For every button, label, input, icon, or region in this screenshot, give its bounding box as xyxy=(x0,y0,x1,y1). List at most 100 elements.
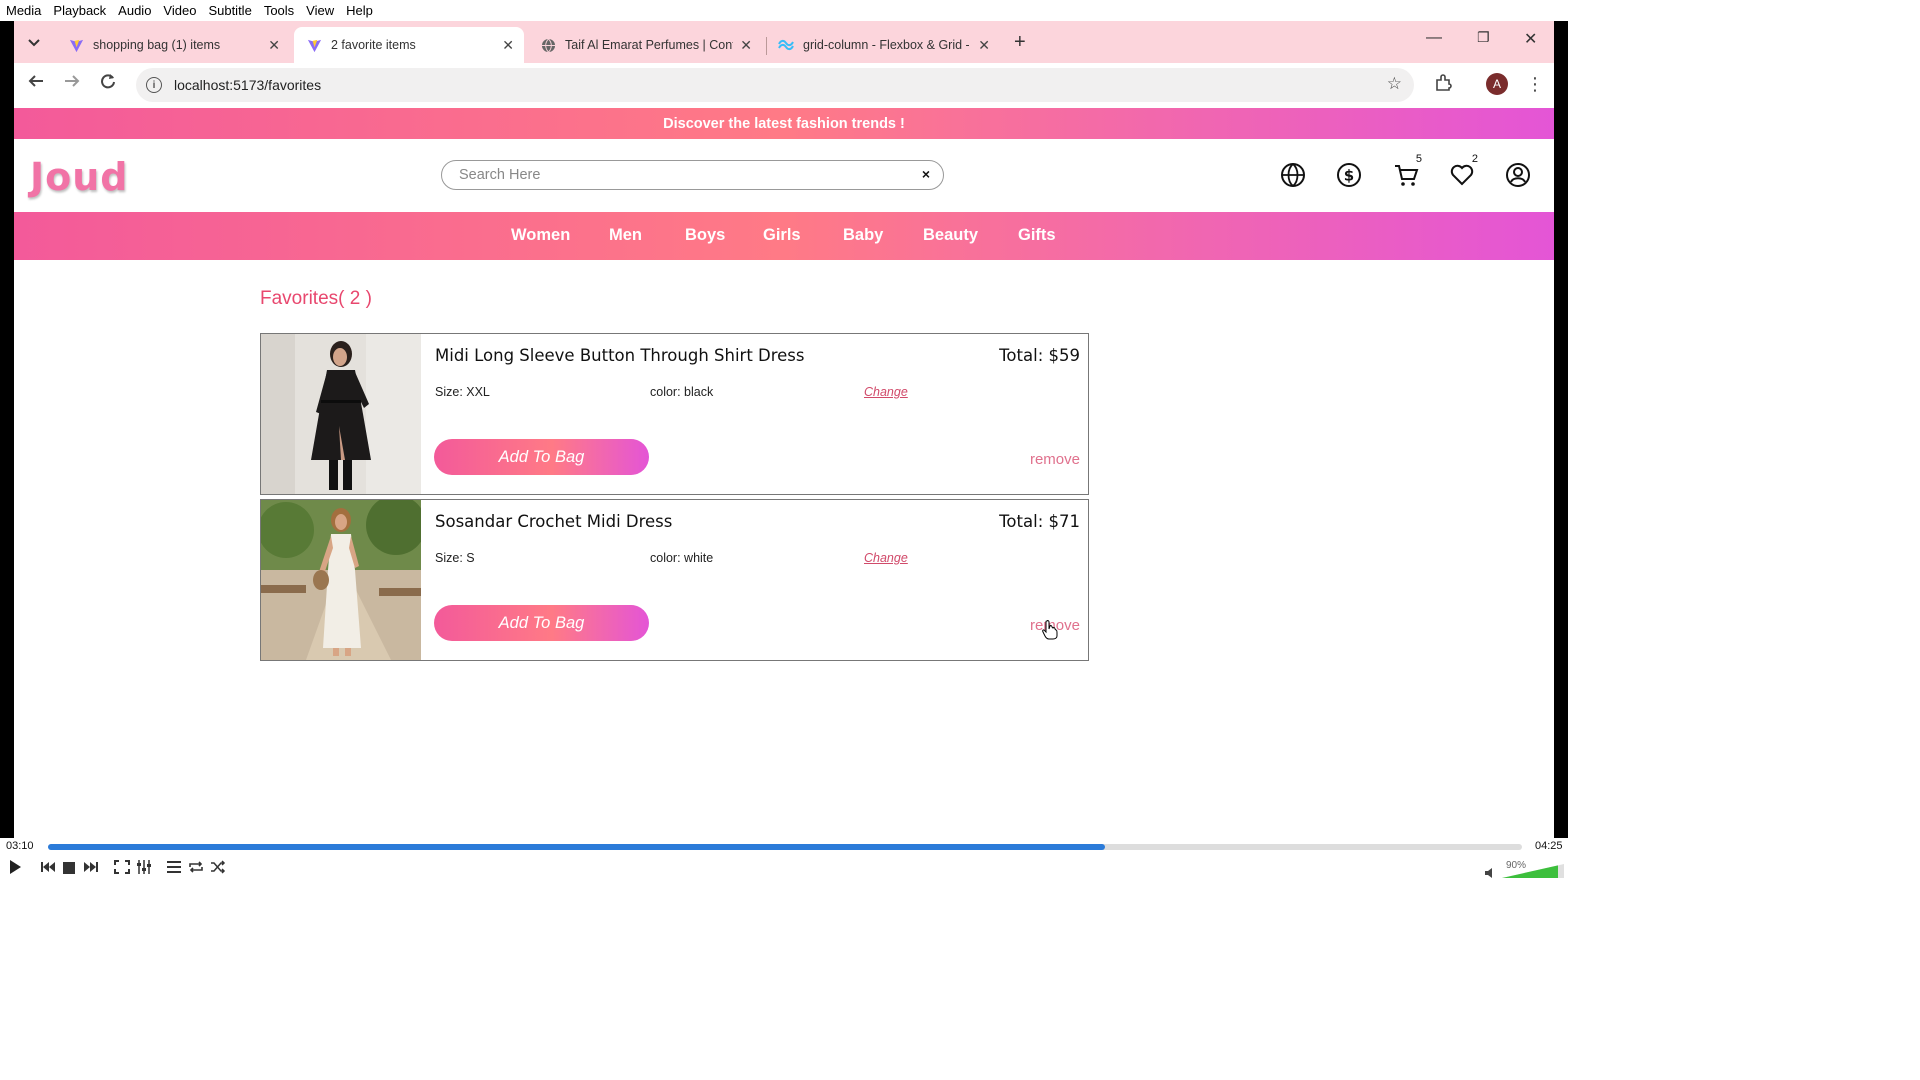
add-to-bag-button[interactable]: Add To Bag xyxy=(434,439,649,475)
forward-icon[interactable] xyxy=(64,73,80,94)
close-window-icon[interactable]: ✕ xyxy=(1524,29,1537,49)
favorite-item: Sosandar Crochet Midi Dress Total: $71 S… xyxy=(260,499,1089,661)
previous-icon[interactable] xyxy=(40,860,56,877)
browser-tabstrip: shopping bag (1) items ✕ 2 favorite item… xyxy=(14,21,1554,63)
video-letterbox-right xyxy=(1554,21,1568,838)
extended-settings-icon[interactable] xyxy=(136,860,152,877)
site-logo[interactable]: Joud xyxy=(30,155,129,199)
page-title: Favorites( 2 ) xyxy=(260,288,372,309)
search-placeholder: Search Here xyxy=(459,167,541,183)
menu-help[interactable]: Help xyxy=(340,0,379,21)
kebab-menu-icon[interactable]: ⋮ xyxy=(1526,74,1544,95)
nav-girls[interactable]: Girls xyxy=(763,226,801,245)
menu-view[interactable]: View xyxy=(300,0,340,21)
tab-favorites[interactable]: 2 favorite items ✕ xyxy=(294,27,524,63)
nav-boys[interactable]: Boys xyxy=(685,226,725,245)
product-name[interactable]: Sosandar Crochet Midi Dress xyxy=(435,512,672,531)
extensions-icon[interactable] xyxy=(1434,74,1452,97)
profile-avatar[interactable]: A xyxy=(1486,73,1508,95)
svg-text:$: $ xyxy=(1344,167,1354,185)
reload-icon[interactable] xyxy=(100,73,116,94)
vite-icon xyxy=(306,37,322,53)
elapsed-time: 03:10 xyxy=(6,840,34,852)
tab-title: 2 favorite items xyxy=(331,38,416,52)
tab-close-icon[interactable]: ✕ xyxy=(978,37,990,54)
cart-count-badge: 5 xyxy=(1415,153,1422,165)
loop-icon[interactable] xyxy=(188,860,204,877)
favorite-item: Midi Long Sleeve Button Through Shirt Dr… xyxy=(260,333,1089,495)
site-info-icon[interactable]: i xyxy=(146,77,162,93)
tab-shopping-bag[interactable]: shopping bag (1) items ✕ xyxy=(56,27,290,63)
total-time: 04:25 xyxy=(1535,840,1563,852)
tab-close-icon[interactable]: ✕ xyxy=(740,37,752,54)
volume-slider[interactable] xyxy=(1502,864,1564,878)
language-globe-icon[interactable] xyxy=(1279,161,1307,189)
account-user-icon[interactable] xyxy=(1504,161,1532,189)
tab-grid-column[interactable]: grid-column - Flexbox & Grid - ✕ xyxy=(766,27,1000,63)
restore-icon[interactable]: ❐ xyxy=(1477,29,1490,46)
seek-progress xyxy=(48,844,1105,850)
menu-subtitle[interactable]: Subtitle xyxy=(202,0,257,21)
product-image[interactable] xyxy=(261,334,421,494)
tab-title: shopping bag (1) items xyxy=(93,38,221,52)
browser-toolbar: i localhost:5173/favorites ☆ A ⋮ xyxy=(14,63,1554,108)
new-tab-icon[interactable]: + xyxy=(1014,31,1026,54)
tab-taif-perfumes[interactable]: Taif Al Emarat Perfumes | Contir ✕ xyxy=(528,27,762,63)
shuffle-icon[interactable] xyxy=(210,860,226,877)
category-nav: Women Men Boys Girls Baby Beauty Gifts xyxy=(14,212,1554,260)
tab-title: grid-column - Flexbox & Grid - xyxy=(803,38,969,52)
promo-banner: Discover the latest fashion trends ! xyxy=(14,108,1554,139)
seek-bar[interactable] xyxy=(48,844,1522,850)
vlc-menu-bar: Media Playback Audio Video Subtitle Tool… xyxy=(0,0,1568,21)
video-letterbox-left xyxy=(0,21,14,838)
menu-media[interactable]: Media xyxy=(0,0,47,21)
nav-baby[interactable]: Baby xyxy=(843,226,883,245)
next-icon[interactable] xyxy=(83,860,99,877)
bookmark-star-icon[interactable]: ☆ xyxy=(1387,74,1402,94)
menu-audio[interactable]: Audio xyxy=(112,0,157,21)
nav-gifts[interactable]: Gifts xyxy=(1018,226,1056,245)
change-link[interactable]: Change xyxy=(864,385,908,399)
tab-close-icon[interactable]: ✕ xyxy=(268,37,280,54)
video-frame[interactable]: shopping bag (1) items ✕ 2 favorite item… xyxy=(14,21,1554,838)
favorites-heart-icon[interactable]: 2 xyxy=(1448,153,1478,189)
remove-button[interactable]: remove xyxy=(1030,451,1080,468)
product-total: Total: $59 xyxy=(999,346,1080,365)
menu-video[interactable]: Video xyxy=(157,0,202,21)
stop-icon[interactable] xyxy=(63,861,75,877)
product-size: Size: XXL xyxy=(435,385,490,399)
vlc-controls: 03:10 04:25 90% xyxy=(0,838,1568,882)
search-clear-icon[interactable]: × xyxy=(922,166,930,182)
minimize-icon[interactable]: — xyxy=(1426,29,1442,47)
nav-beauty[interactable]: Beauty xyxy=(923,226,978,245)
favorites-count-badge: 2 xyxy=(1471,153,1478,165)
search-input[interactable]: Search Here × xyxy=(441,160,944,190)
product-name[interactable]: Midi Long Sleeve Button Through Shirt Dr… xyxy=(435,346,805,365)
currency-dollar-icon[interactable]: $ xyxy=(1335,161,1363,189)
product-color: color: white xyxy=(650,551,714,565)
tailwind-icon xyxy=(778,37,794,53)
product-total: Total: $71 xyxy=(999,512,1080,531)
vite-icon xyxy=(68,37,84,53)
fullscreen-icon[interactable] xyxy=(114,860,130,877)
speaker-icon[interactable] xyxy=(1484,866,1496,882)
add-to-bag-button[interactable]: Add To Bag xyxy=(434,605,649,641)
menu-playback[interactable]: Playback xyxy=(47,0,112,21)
product-color: color: black xyxy=(650,385,714,399)
globe-icon xyxy=(540,37,556,53)
site-header: Joud Search Here × $ 5 2 xyxy=(14,139,1554,212)
hand-cursor-icon xyxy=(1042,620,1058,645)
product-size: Size: S xyxy=(435,551,475,565)
nav-women[interactable]: Women xyxy=(511,226,570,245)
back-icon[interactable] xyxy=(28,73,44,94)
nav-men[interactable]: Men xyxy=(609,226,642,245)
play-icon[interactable] xyxy=(6,858,24,879)
tab-close-icon[interactable]: ✕ xyxy=(502,37,514,54)
cart-icon[interactable]: 5 xyxy=(1392,153,1422,189)
menu-tools[interactable]: Tools xyxy=(258,0,300,21)
product-image[interactable] xyxy=(261,500,421,660)
tab-search-icon[interactable] xyxy=(22,31,46,55)
playlist-icon[interactable] xyxy=(166,860,182,877)
change-link[interactable]: Change xyxy=(864,551,908,565)
address-bar[interactable]: i localhost:5173/favorites ☆ xyxy=(136,68,1414,102)
